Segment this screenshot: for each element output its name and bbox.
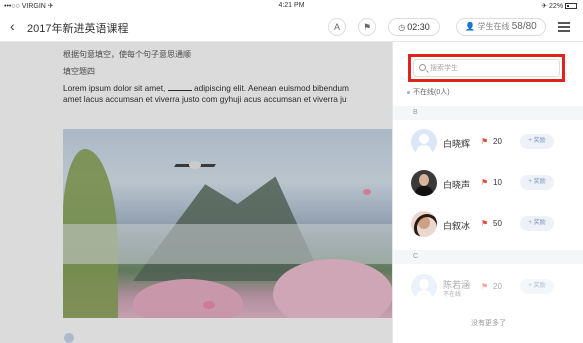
battery-icon: [565, 3, 577, 10]
status-bar: •••○○ VIRGIN ✈ 4:21 PM ✈ 22%: [0, 0, 583, 12]
students-count: 58/80: [511, 21, 537, 32]
reward-button[interactable]: + 奖励: [520, 279, 554, 294]
group-header-b: B: [393, 106, 583, 120]
student-name: 白叙冰: [443, 221, 471, 231]
reward-button[interactable]: + 奖励: [520, 216, 554, 231]
no-more-text: 没有更多了: [471, 320, 506, 327]
person-icon: 👤: [465, 22, 476, 31]
student-row[interactable]: 白叙冰 ⚑ 50 + 奖励: [393, 205, 583, 243]
timer-button[interactable]: ◷ 02:30: [388, 18, 440, 36]
menu-icon[interactable]: [558, 22, 570, 32]
reward-button[interactable]: + 奖励: [520, 134, 554, 149]
page-title: 2017年新进英语课程: [27, 23, 129, 35]
timer-value: 02:30: [407, 22, 430, 32]
battery-indicator: ✈ 22%: [541, 2, 577, 10]
font-size-icon[interactable]: A: [328, 18, 346, 36]
avatar: [411, 129, 437, 155]
flag-icon: ⚑: [481, 178, 489, 187]
student-status: 不在线: [443, 292, 462, 298]
dot-icon: [407, 90, 410, 94]
student-score: 20: [493, 282, 502, 291]
student-row[interactable]: 白晓辉 ⚑ 20 + 奖励: [393, 123, 583, 161]
avatar: [411, 274, 437, 300]
student-name: 白晓辉: [443, 139, 471, 149]
reward-button[interactable]: + 奖励: [520, 175, 554, 190]
clock-text: 4:21 PM: [278, 2, 305, 9]
offline-label: 不在线(0人): [413, 89, 450, 96]
search-icon: [419, 64, 426, 71]
avatar: [411, 170, 437, 196]
student-name: 白晓声: [443, 180, 471, 190]
flag-icon: ⚑: [481, 137, 489, 146]
search-box[interactable]: [413, 59, 560, 77]
student-score: 50: [493, 219, 502, 228]
student-row[interactable]: 白晓声 ⚑ 10 + 奖励: [393, 164, 583, 202]
students-online-button[interactable]: 👤 学生在线 58/80: [456, 18, 546, 36]
student-score: 20: [493, 137, 502, 146]
avatar: [411, 211, 437, 237]
flag-icon: ⚑: [481, 282, 489, 291]
battery-text: ✈ 22%: [541, 3, 564, 10]
offline-toggle[interactable]: 不在线(0人): [407, 87, 450, 97]
back-chevron-icon[interactable]: ‹: [10, 18, 15, 34]
group-header-c: C: [393, 250, 583, 264]
clock-icon: ◷: [398, 23, 406, 32]
student-score: 10: [493, 178, 502, 187]
dim-overlay[interactable]: [0, 42, 392, 343]
student-panel: 不在线(0人) B 白晓辉 ⚑ 20 + 奖励 白晓声 ⚑ 10 + 奖励 白叙…: [392, 42, 583, 343]
students-label: 学生在线: [477, 22, 510, 31]
flag-icon: ⚑: [481, 219, 489, 228]
search-highlight-box: [408, 54, 565, 82]
student-row[interactable]: 陈若涵 不在线 ⚑ 20 + 奖励: [393, 268, 583, 306]
flag-icon[interactable]: ⚑: [358, 18, 376, 36]
search-input[interactable]: [430, 61, 550, 75]
nav-bar: ‹ 2017年新进英语课程 A ⚑ ◷ 02:30 👤 学生在线 58/80: [0, 12, 583, 42]
